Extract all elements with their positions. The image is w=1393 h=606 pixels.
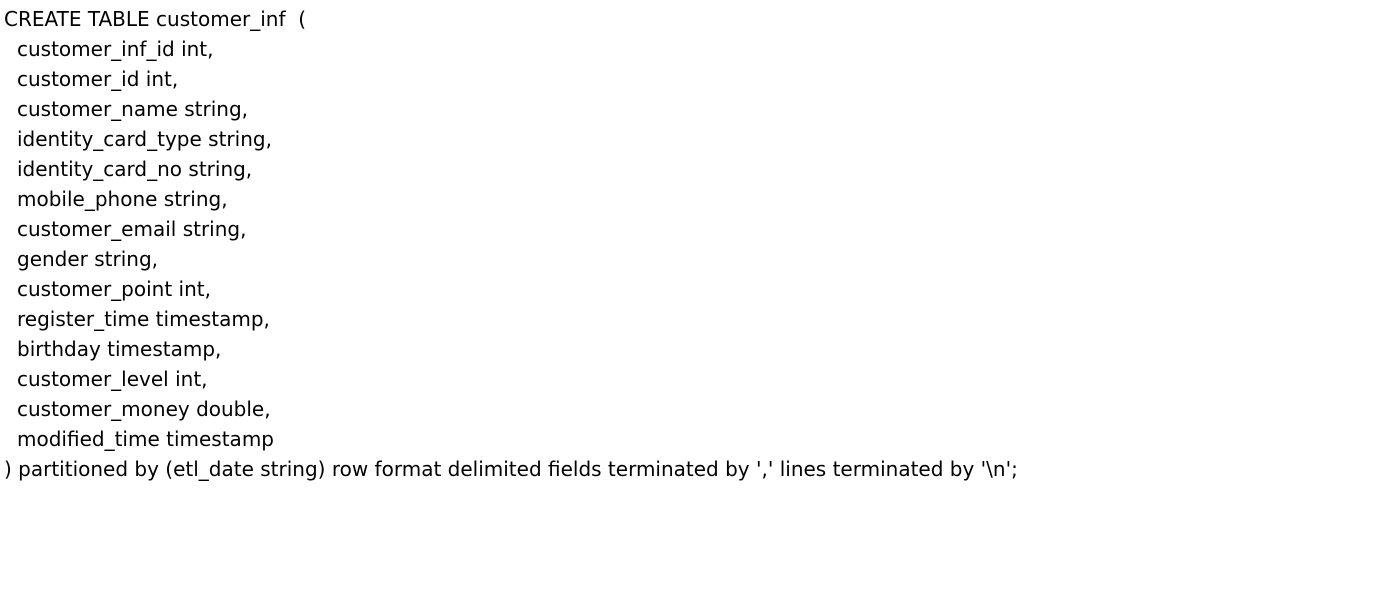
column-definition: customer_money double, xyxy=(17,397,271,421)
column-definition: identity_card_type string, xyxy=(17,127,272,151)
partition-clause-line: ) partitioned by (etl_date string) row f… xyxy=(4,457,1018,481)
create-table-line: CREATE TABLE customer_inf ( xyxy=(4,7,307,31)
column-definition: customer_id int, xyxy=(17,67,179,91)
column-definition: gender string, xyxy=(17,247,159,271)
column-definition: customer_inf_id int, xyxy=(17,37,214,61)
column-definition: mobile_phone string, xyxy=(17,187,228,211)
column-definition: modified_time timestamp xyxy=(17,427,274,451)
column-definition: register_time timestamp, xyxy=(17,307,270,331)
column-definition: identity_card_no string, xyxy=(17,157,253,181)
column-definition: customer_point int, xyxy=(17,277,211,301)
column-definition: customer_email string, xyxy=(17,217,247,241)
sql-create-table-statement: CREATE TABLE customer_inf ( customer_inf… xyxy=(4,4,1018,484)
column-definition: birthday timestamp, xyxy=(17,337,222,361)
column-definition: customer_level int, xyxy=(17,367,208,391)
column-definition: customer_name string, xyxy=(17,97,249,121)
